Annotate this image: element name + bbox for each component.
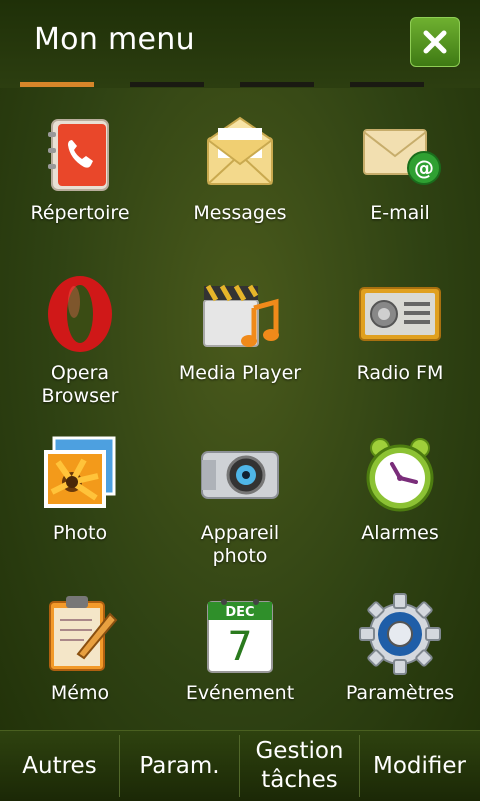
app-label: Alarmes	[361, 522, 439, 544]
gestion-taches-button[interactable]: Gestion tâches	[240, 731, 359, 801]
page-indicator-4	[350, 82, 424, 87]
app-alarmes[interactable]: Alarmes	[320, 428, 480, 578]
calendar-month: DEC	[225, 605, 254, 620]
opera-icon	[48, 276, 112, 352]
param-button[interactable]: Param.	[120, 731, 239, 801]
page-title: Mon menu	[34, 22, 195, 57]
app-label: Photo	[52, 522, 108, 544]
app-repertoire[interactable]: Répertoire	[0, 108, 160, 258]
close-button[interactable]	[410, 17, 460, 67]
app-label: Paramètres	[345, 682, 455, 704]
app-label: Appareil photo	[200, 522, 280, 567]
page-indicator-3	[240, 82, 314, 87]
app-email[interactable]: @ E-mail	[320, 108, 480, 258]
app-opera-browser[interactable]: Opera Browser	[0, 268, 160, 418]
app-parametres[interactable]: Paramètres	[320, 588, 480, 738]
autres-button[interactable]: Autres	[0, 731, 119, 801]
camera-icon	[201, 451, 279, 499]
email-icon: @	[363, 129, 441, 185]
app-label: E-mail	[370, 202, 430, 224]
app-grid: Répertoire Messages @ E-mail Opera Brows…	[0, 108, 480, 728]
app-label: Mémo	[50, 682, 110, 704]
app-label: Media Player	[178, 362, 302, 384]
memo-icon	[49, 596, 118, 671]
app-label: Opera Browser	[41, 362, 119, 407]
app-photo[interactable]: Photo	[0, 428, 160, 578]
app-memo[interactable]: Mémo	[0, 588, 160, 738]
alarm-clock-icon	[366, 438, 434, 512]
calendar-day: 7	[227, 624, 252, 670]
radio-icon	[359, 287, 441, 341]
phonebook-icon	[48, 119, 109, 191]
app-evenement[interactable]: DEC 7 Evénement	[160, 588, 320, 738]
app-label: Messages	[193, 202, 287, 224]
header-bar: Mon menu	[0, 0, 480, 88]
svg-text:@: @	[414, 156, 434, 180]
photo-icon	[44, 436, 116, 508]
app-label: Evénement	[185, 682, 295, 704]
calendar-icon: DEC 7	[207, 599, 273, 673]
app-messages[interactable]: Messages	[160, 108, 320, 258]
envelope-icon	[207, 116, 273, 185]
app-appareil-photo[interactable]: Appareil photo	[160, 428, 320, 578]
bottom-toolbar: Autres Param. Gestion tâches Modifier	[0, 730, 480, 801]
app-radio-fm[interactable]: Radio FM	[320, 268, 480, 418]
app-label: Radio FM	[356, 362, 444, 384]
app-media-player[interactable]: Media Player	[160, 268, 320, 418]
page-indicator-1	[20, 82, 94, 87]
modifier-button[interactable]: Modifier	[360, 731, 479, 801]
gear-icon	[359, 593, 441, 675]
media-player-icon	[203, 284, 279, 347]
app-label: Répertoire	[30, 202, 130, 224]
page-indicator-2	[130, 82, 204, 87]
close-icon	[423, 30, 447, 54]
